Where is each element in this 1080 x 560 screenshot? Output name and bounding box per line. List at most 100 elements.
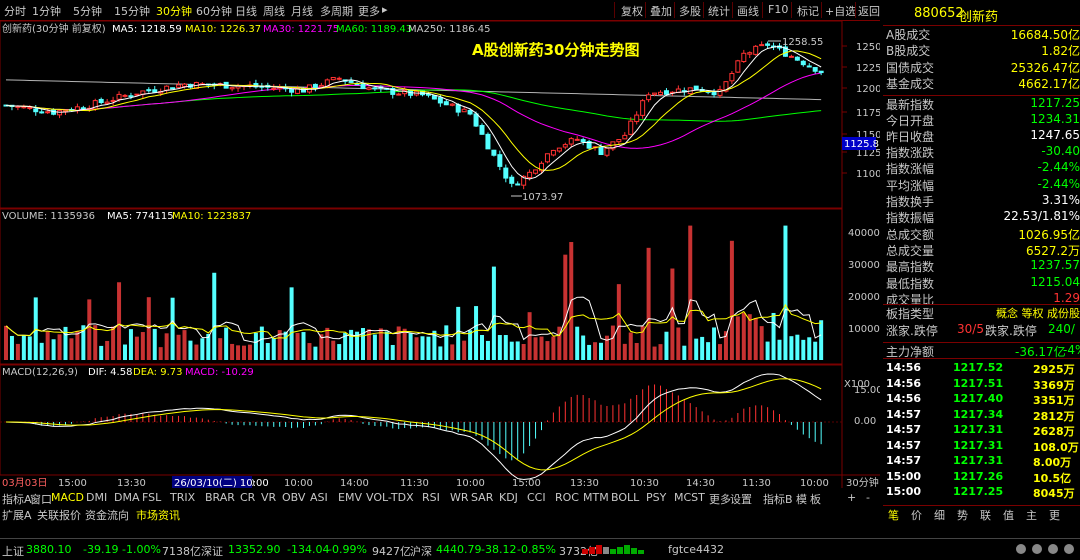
tick-vol: 108.0万: [1033, 440, 1079, 454]
quote-row: 指数换手 3.31%: [883, 193, 1080, 209]
quote-row: A股成交 16684.50亿: [883, 26, 1080, 42]
volume-bar: [462, 340, 467, 360]
back-button[interactable]: 返回: [858, 3, 880, 19]
quote-tab-2[interactable]: 细: [934, 507, 945, 523]
tab-fund-flow[interactable]: 资金流向: [85, 507, 129, 523]
volume-bar: [230, 343, 235, 360]
draw-line-button[interactable]: 画线: [737, 3, 759, 19]
indicator-tab-14[interactable]: RSI: [422, 491, 440, 504]
indicator-tab-17[interactable]: KDJ: [499, 491, 518, 504]
quote-tab-6[interactable]: 主: [1026, 507, 1037, 523]
period-5min[interactable]: 5分钟: [73, 3, 102, 19]
market-breadth-icon[interactable]: [582, 544, 662, 554]
volume-bar: [682, 345, 687, 360]
overlay-button[interactable]: 叠加: [650, 3, 672, 19]
indicator-tab-0[interactable]: 指标A: [2, 491, 32, 507]
indicator-tab-23[interactable]: MCST: [674, 491, 705, 504]
chart-area[interactable]: 创新药(30分钟 前复权) MA5: 1218.59 MA10: 1226.37…: [0, 20, 883, 489]
add-watchlist-button[interactable]: +自选: [825, 3, 856, 19]
quote-tab-4[interactable]: 联: [980, 507, 991, 523]
mark-button[interactable]: 标记: [797, 3, 819, 19]
sh-name[interactable]: 上证: [2, 543, 24, 559]
indicator-tab-10[interactable]: OBV: [282, 491, 305, 504]
main-flow-row: 主力净额 -36.17亿 -4%: [883, 342, 1080, 359]
indicator-tab-25[interactable]: 设置: [730, 491, 752, 507]
period-30min[interactable]: 30分钟: [156, 3, 192, 19]
period-weekly[interactable]: 周线: [263, 3, 285, 19]
volume-bar: [105, 340, 110, 360]
account-name[interactable]: fgtce4432: [668, 543, 724, 556]
period-60min[interactable]: 60分钟: [196, 3, 232, 19]
macd-y-tick: 15.00: [854, 385, 880, 396]
indicator-tab-9[interactable]: VR: [261, 491, 276, 504]
status-icons[interactable]: [1015, 543, 1075, 555]
indicator-tab-20[interactable]: MTM: [583, 491, 609, 504]
volume-bar: [212, 272, 217, 360]
tab-expand-a[interactable]: 扩展A: [2, 507, 32, 523]
x-axis-label: 10:30: [630, 478, 659, 488]
period-fenshi[interactable]: 分时: [4, 3, 26, 19]
indicator-tab-5[interactable]: FSL: [142, 491, 161, 504]
sz-name[interactable]: 深证: [201, 543, 223, 559]
candle-body: [33, 108, 39, 113]
indicator-right-0[interactable]: 指标B: [763, 491, 793, 507]
indicator-tab-6[interactable]: TRIX: [170, 491, 195, 504]
tick-row: 14:56 1217.40 3351万: [883, 392, 1080, 407]
indicator-tab-18[interactable]: CCI: [527, 491, 546, 504]
indicator-tab-15[interactable]: WR: [450, 491, 469, 504]
volume-bar: [670, 268, 675, 360]
indicator-tab-1[interactable]: 窗口: [30, 491, 52, 507]
hs-name[interactable]: 沪深: [410, 543, 432, 559]
indicator-tab-7[interactable]: BRAR: [205, 491, 235, 504]
tab-market-news[interactable]: 市场资讯: [136, 507, 180, 523]
quote-tab-3[interactable]: 势: [957, 507, 968, 523]
volume-bar: [485, 340, 490, 360]
quote-tab-1[interactable]: 价: [911, 507, 922, 523]
indicator-tab-3[interactable]: DMI: [86, 491, 107, 504]
tick-price: 1217.31: [953, 438, 1004, 452]
indicator-tab-2[interactable]: MACD: [51, 491, 84, 504]
indicator-tab-19[interactable]: ROC: [555, 491, 579, 504]
adjust-button[interactable]: 复权: [621, 3, 643, 19]
period-1min[interactable]: 1分钟: [32, 3, 61, 19]
stats-button[interactable]: 统计: [708, 3, 730, 19]
more-arrow-icon[interactable]: ▸: [382, 3, 388, 16]
period-multi[interactable]: 多周期: [320, 3, 353, 19]
quote-tab-7[interactable]: 更: [1049, 507, 1060, 523]
volume-bar: [718, 344, 722, 360]
volume-bar: [587, 344, 592, 360]
indicator-tab-16[interactable]: SAR: [471, 491, 493, 504]
period-more[interactable]: 更多: [358, 3, 380, 19]
indicator-tab-21[interactable]: BOLL: [611, 491, 639, 504]
period-15min[interactable]: 15分钟: [114, 3, 150, 19]
indicator-tab-22[interactable]: PSY: [646, 491, 666, 504]
indicator-right-3[interactable]: +: [847, 491, 856, 504]
period-monthly[interactable]: 月线: [291, 3, 313, 19]
volume-bar: [593, 342, 598, 360]
indicator-tab-8[interactable]: CR: [240, 491, 255, 504]
candle-body: [366, 87, 372, 90]
f10-button[interactable]: F10: [768, 3, 788, 16]
volume-bar: [694, 338, 699, 360]
multi-stock-button[interactable]: 多股: [679, 3, 701, 19]
indicator-tab-11[interactable]: ASI: [310, 491, 328, 504]
indicator-tab-24[interactable]: 更多: [709, 491, 731, 507]
period-daily[interactable]: 日线: [235, 3, 257, 19]
indicator-tab-13[interactable]: VOL-TDX: [366, 491, 414, 504]
candle-body: [80, 107, 86, 110]
quote-row: 总成交量 6527.2万: [883, 242, 1080, 258]
quote-tab-0[interactable]: 笔: [888, 507, 899, 523]
price-panel-frame: [0, 20, 843, 209]
indicator-tab-4[interactable]: DMA: [114, 491, 140, 504]
indicator-right-4[interactable]: -: [866, 491, 870, 504]
candle-body: [229, 87, 235, 90]
indicator-tab-12[interactable]: EMV: [338, 491, 362, 504]
indicator-right-2[interactable]: 板: [810, 491, 821, 507]
quote-row-value: -2.44%: [1037, 160, 1080, 175]
volume-bar: [783, 225, 788, 360]
quote-tab-5[interactable]: 值: [1003, 507, 1014, 523]
volume-bar: [69, 338, 74, 360]
x-axis-label: 11:30: [400, 478, 429, 488]
indicator-right-1[interactable]: 模: [796, 491, 807, 507]
tab-related-quotes[interactable]: 关联报价: [37, 507, 81, 523]
